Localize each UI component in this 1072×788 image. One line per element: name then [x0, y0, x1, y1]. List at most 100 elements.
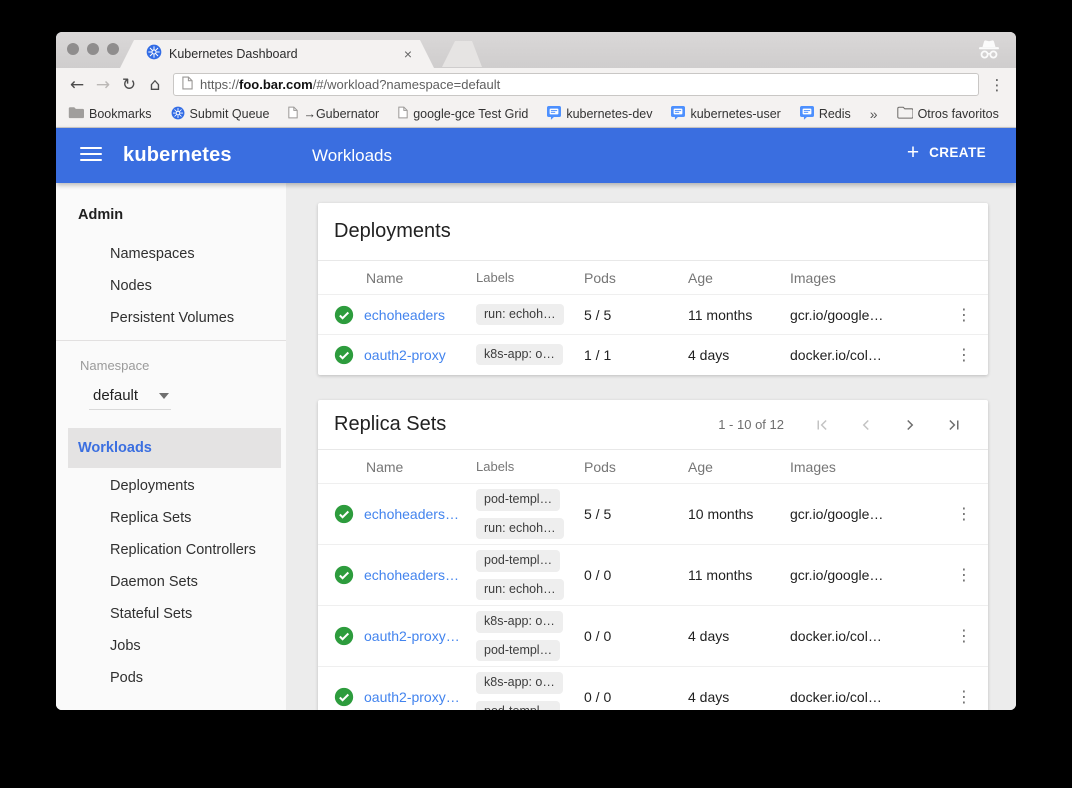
images-cell: docker.io/col…: [790, 689, 940, 705]
sidebar-item-admin[interactable]: Admin: [78, 207, 123, 223]
row-menu-icon[interactable]: ⋮: [956, 307, 972, 323]
column-header-age: Age: [688, 270, 790, 286]
refresh-icon[interactable]: ↻: [116, 72, 142, 98]
page-icon: [398, 106, 408, 122]
deployment-name-link[interactable]: oauth2-proxy: [364, 347, 446, 363]
back-icon[interactable]: ←: [64, 72, 90, 98]
images-cell: gcr.io/google…: [790, 506, 940, 522]
replica-set-name-link[interactable]: echoheaders…: [364, 567, 459, 583]
replica-set-name-link[interactable]: echoheaders…: [364, 506, 459, 522]
row-menu-icon[interactable]: ⋮: [956, 506, 972, 522]
bookmark-kubernetes-dev[interactable]: kubernetes-dev: [547, 106, 652, 123]
label-chip: k8s-app: o…: [476, 344, 563, 366]
bookmark-label: Bookmarks: [89, 107, 152, 121]
bookmark-submit-queue[interactable]: Submit Queue: [171, 106, 270, 123]
bookmark-otros-favoritos-folder[interactable]: Otros favoritos: [897, 106, 999, 122]
row-menu-icon[interactable]: ⋮: [956, 628, 972, 644]
zoom-window-button[interactable]: [107, 43, 119, 55]
replica-sets-card: Replica Sets 1 - 10 of 12 Name Labels Po…: [318, 400, 988, 710]
check-circle-icon: [318, 565, 364, 585]
label-chip: pod-templ…: [476, 640, 560, 662]
window-controls: [67, 43, 119, 55]
last-page-icon[interactable]: [942, 413, 966, 437]
column-header-labels: Labels: [476, 270, 584, 285]
bookmark-label: Otros favoritos: [918, 107, 999, 121]
deployments-card-title: Deployments: [334, 220, 451, 243]
sidebar-item-jobs[interactable]: Jobs: [110, 638, 141, 654]
sidebar-item-persistent-volumes[interactable]: Persistent Volumes: [110, 310, 234, 326]
images-cell: gcr.io/google…: [790, 567, 940, 583]
previous-page-icon: [854, 413, 878, 437]
replica-set-name-link[interactable]: oauth2-proxy…: [364, 689, 460, 705]
next-page-icon[interactable]: [898, 413, 922, 437]
browser-tab[interactable]: Kubernetes Dashboard ×: [120, 40, 434, 68]
kubernetes-icon: [171, 106, 185, 123]
column-header-name: Name: [364, 459, 476, 475]
plus-icon: +: [907, 142, 919, 163]
row-menu-icon[interactable]: ⋮: [956, 347, 972, 363]
home-icon[interactable]: ⌂: [142, 72, 168, 98]
browser-window: Kubernetes Dashboard × ← → ↻ ⌂ https://f…: [56, 32, 1016, 710]
row-menu-icon[interactable]: ⋮: [956, 567, 972, 583]
sidebar-item-namespaces[interactable]: Namespaces: [110, 246, 195, 262]
sidebar-item-daemon-sets[interactable]: Daemon Sets: [110, 574, 198, 590]
folder-icon: [897, 106, 913, 122]
bookmark-gubernator[interactable]: →Gubernator: [288, 106, 379, 122]
check-circle-icon: [318, 305, 364, 325]
browser-menu-icon[interactable]: ⋮: [986, 76, 1008, 94]
minimize-window-button[interactable]: [87, 43, 99, 55]
sidebar-item-replica-sets[interactable]: Replica Sets: [110, 510, 191, 526]
pods-cell: 0 / 0: [584, 628, 688, 644]
bookmark-label: kubernetes-user: [690, 107, 780, 121]
row-menu-icon[interactable]: ⋮: [956, 689, 972, 705]
address-bar[interactable]: https://foo.bar.com/#/workload?namespace…: [173, 73, 979, 96]
pagination: 1 - 10 of 12: [718, 413, 966, 437]
bookmarks-bar: Bookmarks Submit Queue →Gubernator googl…: [56, 101, 1016, 128]
table-row: echoheaders… pod-templ… run: echoh… 5 / …: [318, 483, 988, 544]
table-row: echoheaders run: echoh… 5 / 5 11 months …: [318, 294, 988, 334]
menu-icon[interactable]: [80, 147, 102, 165]
bookmarks-overflow-chevron-icon[interactable]: »: [870, 106, 878, 122]
replica-sets-card-title: Replica Sets: [334, 413, 446, 436]
app-brand: kubernetes: [123, 144, 232, 167]
sidebar-item-pods[interactable]: Pods: [110, 670, 143, 686]
page-icon: [182, 76, 193, 93]
page-icon: [288, 106, 298, 122]
deployment-name-link[interactable]: echoheaders: [364, 307, 445, 323]
check-circle-icon: [318, 504, 364, 524]
pods-cell: 5 / 5: [584, 307, 688, 323]
bookmark-bookmarks-folder[interactable]: Bookmarks: [68, 106, 152, 122]
pods-cell: 0 / 0: [584, 689, 688, 705]
label-chip: run: echoh…: [476, 518, 564, 540]
sidebar-item-replication-controllers[interactable]: Replication Controllers: [110, 542, 256, 558]
images-cell: docker.io/col…: [790, 628, 940, 644]
replica-set-name-link[interactable]: oauth2-proxy…: [364, 628, 460, 644]
app-body: Admin Namespaces Nodes Persistent Volume…: [56, 183, 1016, 710]
sidebar-item-stateful-sets[interactable]: Stateful Sets: [110, 606, 192, 622]
create-button[interactable]: + CREATE: [907, 142, 986, 163]
new-tab-button[interactable]: [442, 41, 482, 67]
column-header-name: Name: [364, 270, 476, 286]
label-chip: run: echoh…: [476, 579, 564, 601]
bookmark-google-gce-test-grid[interactable]: google-gce Test Grid: [398, 106, 528, 122]
close-window-button[interactable]: [67, 43, 79, 55]
images-cell: docker.io/col…: [790, 347, 940, 363]
kubernetes-favicon-icon: [146, 44, 162, 65]
images-cell: gcr.io/google…: [790, 307, 940, 323]
sidebar-item-workloads[interactable]: Workloads: [78, 440, 152, 456]
namespace-select[interactable]: default: [89, 382, 171, 410]
browser-titlebar: Kubernetes Dashboard ×: [56, 32, 1016, 68]
close-tab-icon[interactable]: ×: [404, 47, 412, 61]
bookmark-kubernetes-user[interactable]: kubernetes-user: [671, 106, 780, 123]
bookmark-redis[interactable]: Redis: [800, 106, 851, 123]
sidebar-item-nodes[interactable]: Nodes: [110, 278, 152, 294]
bookmark-label: kubernetes-dev: [566, 107, 652, 121]
label-chip: run: echoh…: [476, 304, 564, 326]
age-cell: 4 days: [688, 689, 790, 705]
label-chip: pod-templ…: [476, 489, 560, 511]
column-header-age: Age: [688, 459, 790, 475]
pagination-range: 1 - 10 of 12: [718, 417, 784, 432]
column-header-pods: Pods: [584, 270, 688, 286]
sidebar-item-deployments[interactable]: Deployments: [110, 478, 195, 494]
main-content: Deployments Name Labels Pods Age Images …: [286, 183, 1016, 710]
